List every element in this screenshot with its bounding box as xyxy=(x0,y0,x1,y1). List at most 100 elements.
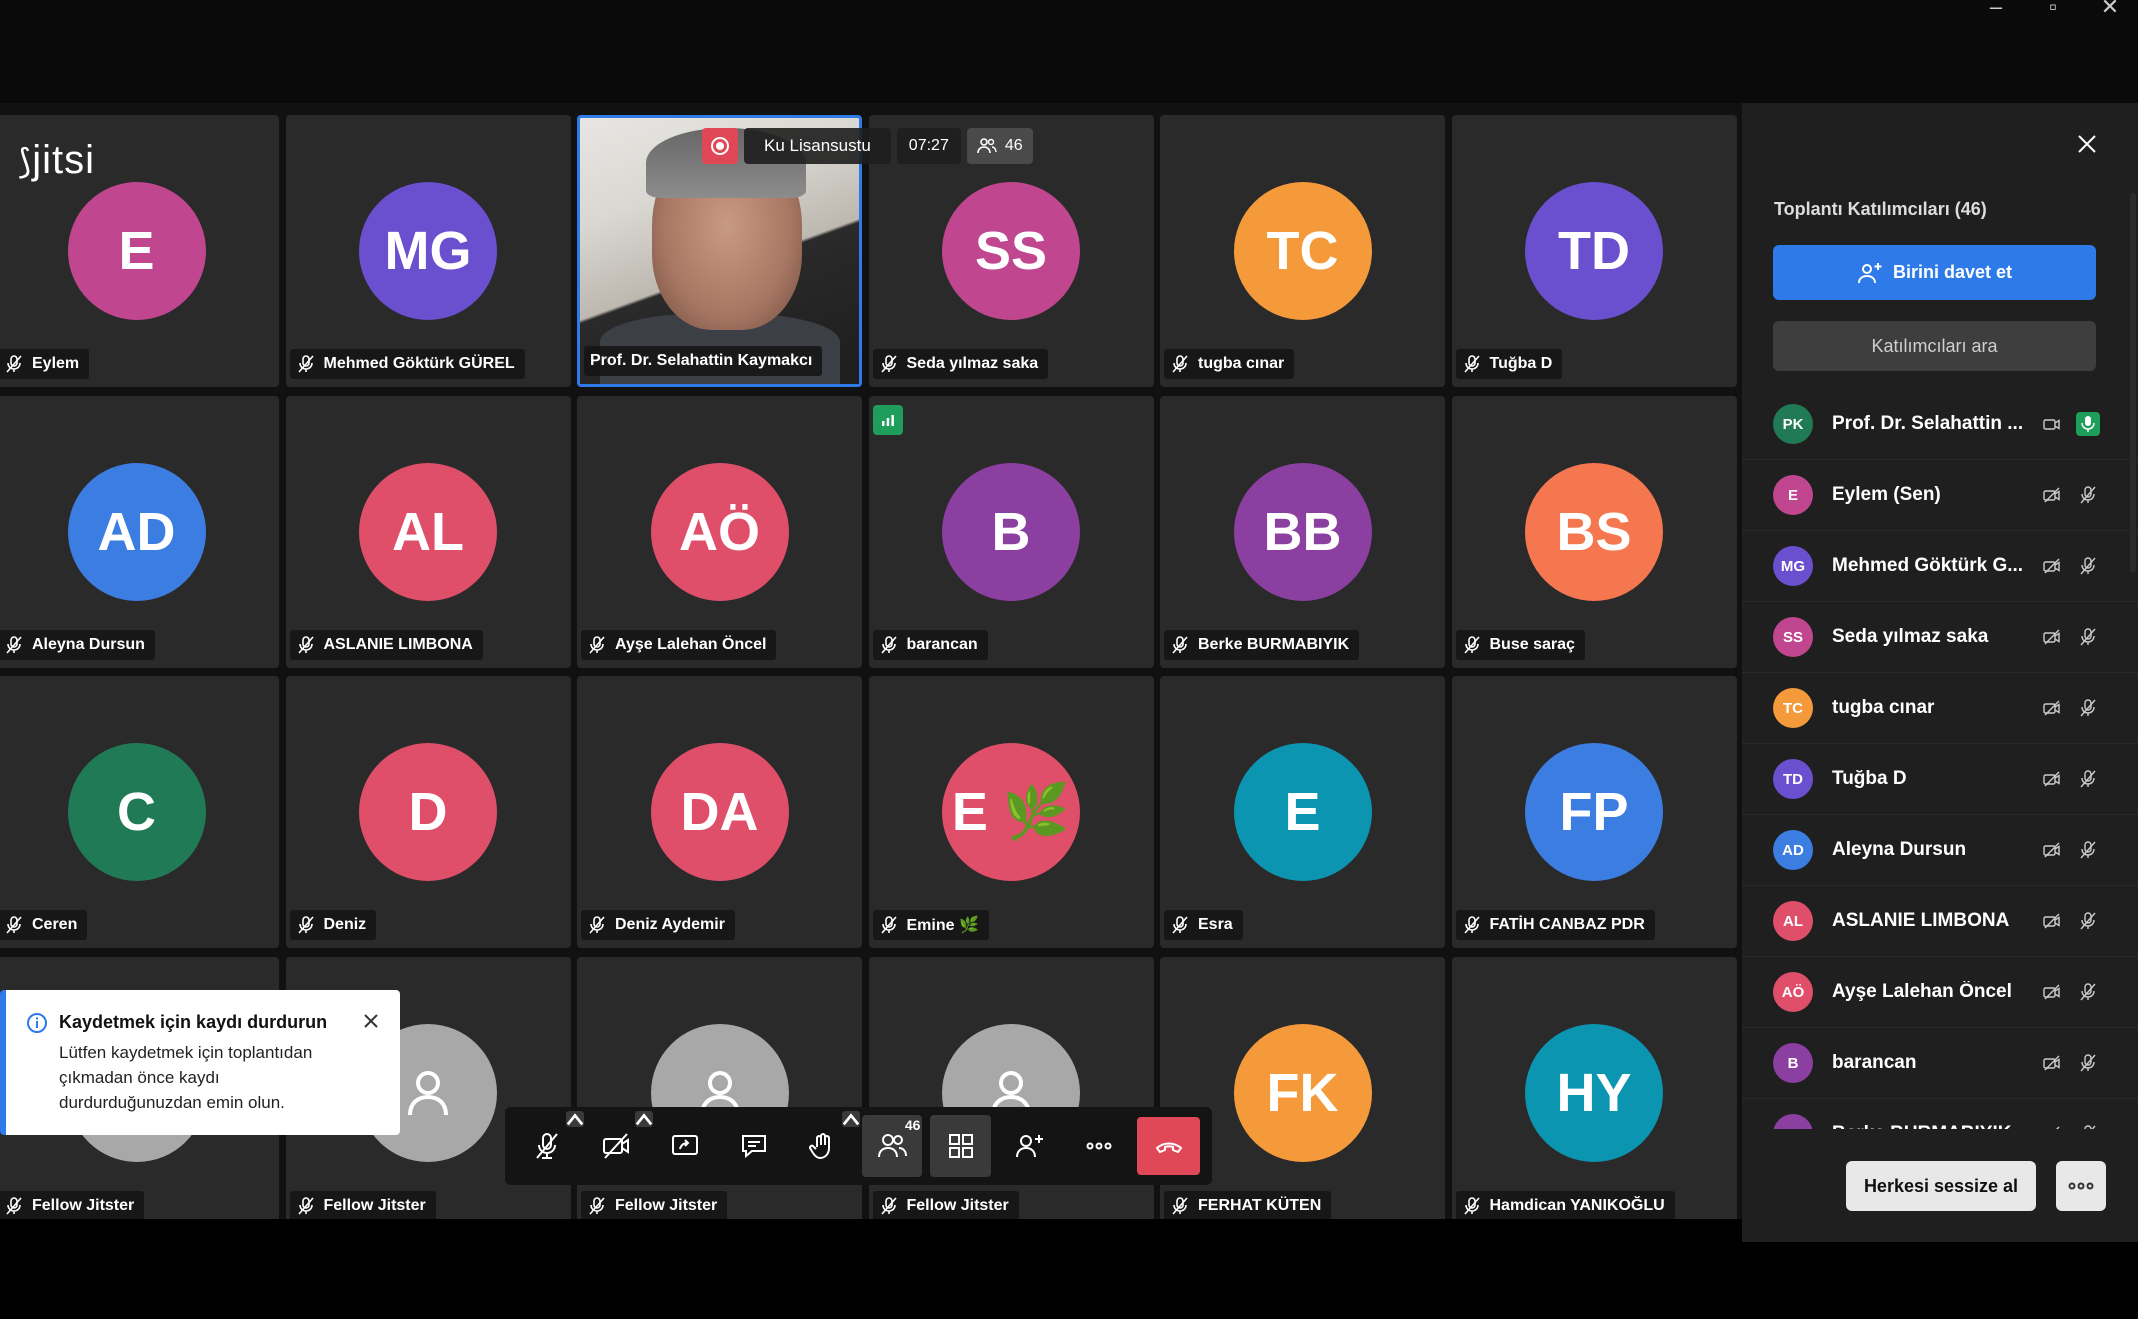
participant-tile[interactable]: FP FATİH CANBAZ PDR xyxy=(1451,676,1737,948)
mic-muted-icon xyxy=(1462,635,1482,655)
minimize-icon[interactable]: – xyxy=(1976,0,2016,22)
camera-icon xyxy=(2040,412,2064,436)
mic-muted-icon xyxy=(1462,915,1482,935)
jitsi-logo: ⟆jitsi xyxy=(18,138,96,182)
participant-count-badge[interactable]: 46 xyxy=(966,128,1033,164)
recording-icon[interactable] xyxy=(702,128,738,164)
participant-tile[interactable]: HY Hamdican YANIKOĞLU xyxy=(1451,956,1737,1219)
invite-button[interactable] xyxy=(999,1115,1060,1177)
participant-list-item[interactable]: SS Seda yılmaz saka xyxy=(1742,602,2138,673)
mic-muted-icon xyxy=(2076,838,2100,862)
participant-tile[interactable]: TD Tuğba D xyxy=(1451,115,1737,387)
mic-muted-icon xyxy=(1462,1196,1482,1216)
participant-tile[interactable]: E 🌿 Emine 🌿 xyxy=(868,676,1154,948)
participant-list-item[interactable]: TD Tuğba D xyxy=(1742,744,2138,815)
chevron-up-icon[interactable] xyxy=(565,1111,584,1127)
participant-list-item[interactable]: BB Berke BURMABIYIK xyxy=(1742,1099,2138,1129)
mic-muted-icon xyxy=(587,915,607,935)
participant-tile[interactable]: D Deniz xyxy=(285,676,571,948)
participants-badge: 46 xyxy=(904,1117,921,1133)
participant-tile[interactable]: BS Buse saraç xyxy=(1451,395,1737,668)
recording-bar: Ku Lisansustu 07:27 46 xyxy=(702,128,1033,164)
participant-name: Seda yılmaz saka xyxy=(906,355,1039,372)
participant-name: ASLANIE LIMBONA xyxy=(323,635,473,653)
participant-nameplate: Mehmed Göktürk GÜREL xyxy=(289,349,525,379)
mic-muted-icon xyxy=(587,1196,607,1216)
participant-search-input[interactable]: Katılımcıları ara xyxy=(1773,321,2096,371)
avatar: TD xyxy=(1773,759,1813,799)
participant-list-item[interactable]: AD Aleyna Dursun xyxy=(1742,815,2138,886)
mic-muted-icon xyxy=(4,635,24,655)
participant-nameplate: Ceren xyxy=(0,910,88,940)
participant-tile[interactable]: AD Aleyna Dursun xyxy=(0,395,279,668)
participant-name: Fellow Jitster xyxy=(615,1196,718,1214)
tile-view-button[interactable] xyxy=(930,1115,992,1177)
close-icon[interactable] xyxy=(360,1010,382,1032)
microphone-button[interactable] xyxy=(517,1111,584,1177)
participant-tile[interactable]: DA Deniz Aydemir xyxy=(577,676,862,948)
camera-off-icon xyxy=(2040,767,2064,791)
close-icon[interactable] xyxy=(2074,131,2100,157)
participant-name: barancan xyxy=(1832,1052,1917,1073)
participant-tile[interactable]: BB Berke BURMABIYIK xyxy=(1160,395,1445,668)
panel-scrollbar[interactable] xyxy=(2130,193,2136,573)
close-icon[interactable]: ✕ xyxy=(2090,0,2130,22)
participant-tile[interactable]: MG Mehmed Göktürk GÜREL xyxy=(285,115,571,387)
camera-button[interactable] xyxy=(586,1111,653,1177)
chevron-up-icon[interactable] xyxy=(634,1111,653,1127)
mute-all-button[interactable]: Herkesi sessize al xyxy=(1846,1161,2036,1211)
raise-hand-button[interactable] xyxy=(793,1111,860,1177)
chat-icon xyxy=(742,1135,767,1159)
chat-button[interactable] xyxy=(724,1115,785,1177)
mic-muted-icon xyxy=(879,354,899,374)
avatar: B xyxy=(942,462,1080,601)
participant-tile[interactable]: C Ceren xyxy=(0,676,279,948)
panel-more-button[interactable] xyxy=(2056,1161,2106,1211)
chevron-up-icon[interactable] xyxy=(841,1111,860,1127)
mic-muted-icon xyxy=(879,1196,899,1216)
avatar: MG xyxy=(1773,546,1813,586)
participant-name: ASLANIE LIMBONA xyxy=(1832,910,2010,931)
maximize-icon[interactable]: ▫ xyxy=(2033,0,2073,22)
participant-nameplate: Fellow Jitster xyxy=(289,1190,436,1219)
participants-icon xyxy=(977,138,997,154)
participant-nameplate: FERHAT KÜTEN xyxy=(1164,1190,1332,1219)
invite-someone-button[interactable]: Birini davet et xyxy=(1773,245,2096,300)
participant-name: Ceren xyxy=(32,916,78,933)
participant-list-item[interactable]: AÖ Ayşe Lalehan Öncel xyxy=(1742,957,2138,1028)
participant-nameplate: Berke BURMABIYIK xyxy=(1164,629,1360,660)
mic-muted-icon xyxy=(4,354,24,374)
participant-nameplate: Fellow Jitster xyxy=(0,1190,145,1219)
participant-list-item[interactable]: AL ASLANIE LIMBONA xyxy=(1742,886,2138,957)
avatar: C xyxy=(67,743,206,881)
participant-name: Aleyna Dursun xyxy=(32,635,145,653)
more-icon xyxy=(1086,1142,1112,1150)
participant-nameplate: Seda yılmaz saka xyxy=(872,349,1049,379)
participant-tile[interactable]: E Esra xyxy=(1160,676,1445,948)
more-options-button[interactable] xyxy=(1068,1115,1129,1177)
participant-list-item[interactable]: PK Prof. Dr. Selahattin ... xyxy=(1742,389,2138,460)
avatar: DA xyxy=(650,743,789,881)
mic-muted-icon xyxy=(587,635,607,655)
participant-list-item[interactable]: MG Mehmed Göktürk G... xyxy=(1742,531,2138,602)
participant-name: barancan xyxy=(906,635,978,653)
participant-tile[interactable]: Bbarancan xyxy=(868,395,1154,668)
participant-name: Berke BURMABIYIK xyxy=(1832,1123,2028,1129)
mic-muted-icon xyxy=(1170,635,1190,655)
avatar: E xyxy=(67,182,206,320)
participant-list-item[interactable]: TC tugba cınar xyxy=(1742,673,2138,744)
participant-list-item[interactable]: Bbarancan xyxy=(1742,1028,2138,1099)
participant-name: Prof. Dr. Selahattin ... xyxy=(1832,413,2024,434)
avatar: E xyxy=(1773,475,1813,515)
participant-tile[interactable]: TC tugba cınar xyxy=(1160,115,1445,387)
participants-button[interactable]: 46 xyxy=(861,1115,923,1177)
participant-tile[interactable]: AÖ Ayşe Lalehan Öncel xyxy=(577,395,862,668)
screen-share-button[interactable] xyxy=(655,1115,716,1177)
participant-tile[interactable]: AL ASLANIE LIMBONA xyxy=(285,395,571,668)
camera-off-icon xyxy=(2040,1051,2064,1075)
hangup-button[interactable] xyxy=(1137,1117,1201,1175)
participant-list-item[interactable]: E Eylem (Sen) xyxy=(1742,460,2138,531)
avatar: TC xyxy=(1233,182,1372,320)
mic-muted-icon xyxy=(2076,625,2100,649)
meeting-timer: 07:27 xyxy=(896,128,961,164)
